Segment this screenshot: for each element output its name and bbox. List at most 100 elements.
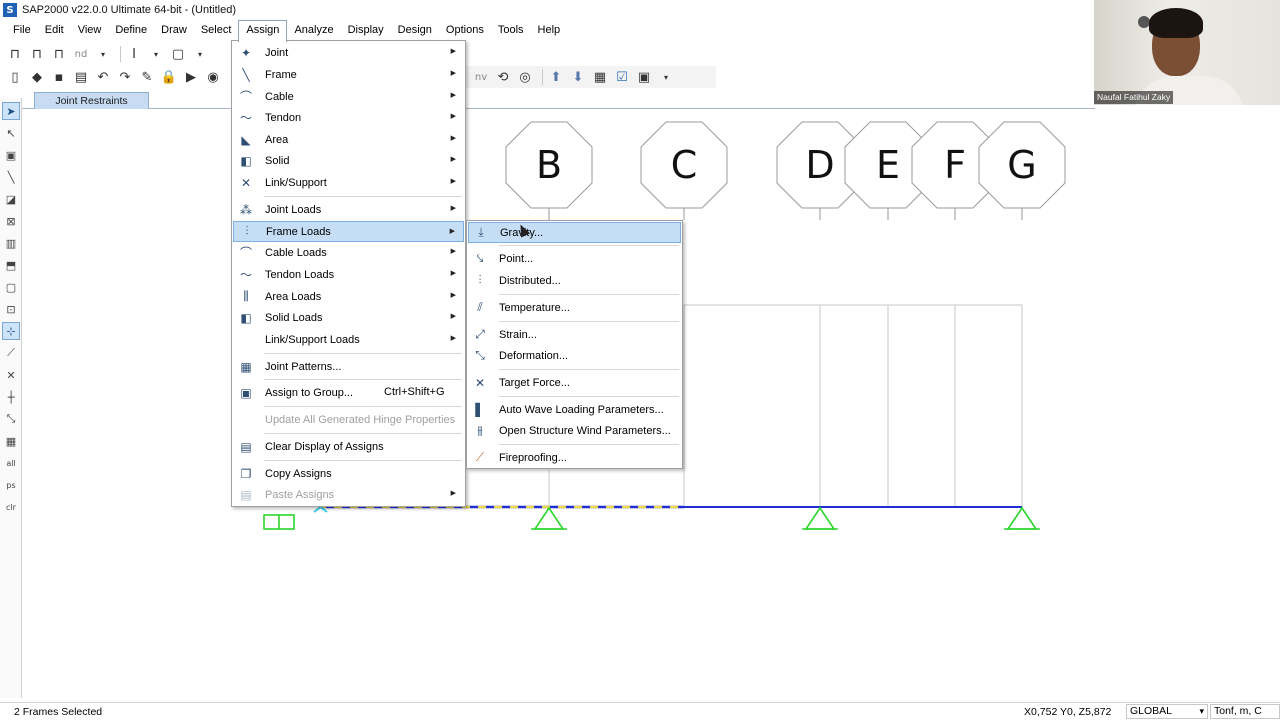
nd-toggle[interactable]: nd: [72, 45, 90, 63]
submenu-item-distributed[interactable]: ⫶ Distributed...: [468, 270, 681, 291]
menu-item-tendon-loads[interactable]: 〜 Tendon Loads ▶: [233, 264, 464, 285]
menu-item-frame-loads[interactable]: ⫶ Frame Loads ▶: [233, 221, 464, 242]
check-icon[interactable]: ☑: [613, 68, 631, 86]
coordinate-system-select[interactable]: GLOBAL ▾: [1126, 704, 1208, 719]
rotate-icon[interactable]: ⟲: [494, 68, 512, 86]
menu-options[interactable]: Options: [439, 20, 491, 41]
menu-separator: [499, 444, 679, 445]
submenu-item-strain[interactable]: ⤢ Strain...: [468, 324, 681, 345]
truss-icon[interactable]: ⊓: [28, 45, 46, 63]
frame-icon[interactable]: ⊓: [6, 45, 24, 63]
chevron-down-icon[interactable]: ▾: [657, 68, 675, 86]
lock-icon[interactable]: 🔒: [160, 68, 178, 86]
menu-item-update-hinge-properties[interactable]: Update All Generated Hinge Properties: [233, 409, 464, 430]
menu-item-frame[interactable]: ╲ Frame ▶: [233, 64, 464, 85]
units-select[interactable]: Tonf, m, C: [1210, 704, 1280, 719]
webcam-person-hair: [1149, 8, 1203, 38]
menu-help[interactable]: Help: [531, 20, 568, 41]
view-3d-icon[interactable]: ◎: [516, 68, 534, 86]
selection-status: 2 Frames Selected: [14, 706, 103, 718]
clear-selection-icon[interactable]: clr: [2, 498, 20, 516]
menu-assign[interactable]: Assign: [238, 19, 288, 42]
display-options-icon[interactable]: ▢: [169, 45, 187, 63]
menu-analyze[interactable]: Analyze: [287, 20, 340, 41]
snap-joint-icon[interactable]: ⊹: [2, 322, 20, 340]
draw-section-icon[interactable]: ▥: [2, 234, 20, 252]
menu-display[interactable]: Display: [341, 20, 391, 41]
snap-extension-icon[interactable]: ⤡: [2, 410, 20, 428]
snap-intersection-icon[interactable]: ✕: [2, 366, 20, 384]
menu-item-tendon[interactable]: 〜 Tendon ▶: [233, 107, 464, 128]
grid-icon[interactable]: ▦: [591, 68, 609, 86]
submenu-arrow-icon: ▶: [450, 490, 456, 497]
move-down-icon[interactable]: ⬇: [569, 68, 587, 86]
multi-frame-icon[interactable]: ⊓: [50, 45, 68, 63]
text-cursor-icon[interactable]: I: [125, 45, 143, 63]
select-all-icon[interactable]: all: [2, 454, 20, 472]
draw-quad-icon[interactable]: ⊡: [2, 300, 20, 318]
snap-line-icon[interactable]: ⟋: [2, 344, 20, 362]
reshape-icon[interactable]: ↖: [2, 124, 20, 142]
save-icon[interactable]: ▪: [50, 68, 68, 86]
menu-item-area[interactable]: ◣ Area ▶: [233, 129, 464, 150]
menu-define[interactable]: Define: [108, 20, 154, 41]
menu-item-copy-assigns[interactable]: ❐ Copy Assigns: [233, 463, 464, 484]
tab-joint-restraints[interactable]: Joint Restraints: [34, 92, 149, 109]
menu-item-link-support[interactable]: ✕ Link/Support ▶: [233, 172, 464, 193]
new-file-icon[interactable]: ▯: [6, 68, 24, 86]
menu-item-solid-loads[interactable]: ◧ Solid Loads ▶: [233, 307, 464, 328]
submenu-item-point[interactable]: ⤥ Point...: [468, 248, 681, 269]
menu-select[interactable]: Select: [194, 20, 239, 41]
move-up-icon[interactable]: ⬆: [547, 68, 565, 86]
menu-item-area-loads[interactable]: ⫼ Area Loads ▶: [233, 286, 464, 307]
redo-icon[interactable]: ↷: [116, 68, 134, 86]
menu-item-assign-to-group[interactable]: ▣ Assign to Group... Ctrl+Shift+G: [233, 382, 464, 403]
submenu-item-auto-wave-loading[interactable]: ▌ Auto Wave Loading Parameters...: [468, 399, 681, 420]
menu-item-clear-display-of-assigns[interactable]: ▤ Clear Display of Assigns: [233, 436, 464, 457]
menu-design[interactable]: Design: [391, 20, 439, 41]
submenu-item-deformation[interactable]: ⤡ Deformation...: [468, 345, 681, 366]
chevron-down-icon[interactable]: ▾: [147, 45, 165, 63]
menu-tools[interactable]: Tools: [491, 20, 531, 41]
view-tabs: Joint Restraints: [0, 92, 1095, 109]
draw-point-icon[interactable]: ▣: [2, 146, 20, 164]
previous-selection-icon[interactable]: ps: [2, 476, 20, 494]
menu-item-paste-assigns[interactable]: ▤ Paste Assigns ▶: [233, 484, 464, 505]
menu-view[interactable]: View: [71, 20, 109, 41]
menu-draw[interactable]: Draw: [154, 20, 194, 41]
nv-toggle[interactable]: nv: [472, 68, 490, 86]
snap-perpendicular-icon[interactable]: ┼: [2, 388, 20, 406]
menu-file[interactable]: File: [6, 20, 38, 41]
submenu-item-target-force[interactable]: ✕ Target Force...: [468, 372, 681, 393]
submenu-item-temperature[interactable]: ⫽ Temperature...: [468, 297, 681, 318]
chevron-down-icon[interactable]: ▾: [191, 45, 209, 63]
run-icon[interactable]: ▶: [182, 68, 200, 86]
chevron-down-icon[interactable]: ▾: [94, 45, 112, 63]
snap-grid-icon[interactable]: ▦: [2, 432, 20, 450]
assign-display-icon[interactable]: ▣: [635, 68, 653, 86]
submenu-item-open-structure-wind[interactable]: ⫵ Open Structure Wind Parameters...: [468, 420, 681, 441]
menu-item-solid[interactable]: ◧ Solid ▶: [233, 150, 464, 171]
menu-item-cable-loads[interactable]: ⌒ Cable Loads ▶: [233, 242, 464, 263]
run-options-icon[interactable]: ◉: [204, 68, 222, 86]
menu-item-cable[interactable]: ⌒ Cable ▶: [233, 86, 464, 107]
menu-item-joint-patterns[interactable]: ▦ Joint Patterns...: [233, 356, 464, 377]
open-file-icon[interactable]: ◆: [28, 68, 46, 86]
menu-item-link-support-loads[interactable]: Link/Support Loads ▶: [233, 329, 464, 350]
draw-brace-icon[interactable]: ⊠: [2, 212, 20, 230]
submenu-item-gravity[interactable]: ⤓ Gravity...: [468, 222, 681, 243]
submenu-item-fireproofing[interactable]: ⟋ Fireproofing...: [468, 447, 681, 468]
edit-icon[interactable]: ✎: [138, 68, 156, 86]
draw-frame-icon[interactable]: ◪: [2, 190, 20, 208]
menu-edit[interactable]: Edit: [38, 20, 71, 41]
draw-area-icon[interactable]: ⬒: [2, 256, 20, 274]
draw-rectangle-icon[interactable]: ▢: [2, 278, 20, 296]
tendon-icon: 〜: [239, 111, 252, 125]
menu-item-joint-loads[interactable]: ⁂ Joint Loads ▶: [233, 199, 464, 220]
clear-display-icon: ▤: [240, 439, 252, 454]
pointer-icon[interactable]: ➤: [2, 102, 20, 120]
undo-icon[interactable]: ↶: [94, 68, 112, 86]
print-icon[interactable]: ▤: [72, 68, 90, 86]
draw-line-icon[interactable]: ╲: [2, 168, 20, 186]
menu-item-joint[interactable]: ✦ Joint ▶: [233, 42, 464, 63]
